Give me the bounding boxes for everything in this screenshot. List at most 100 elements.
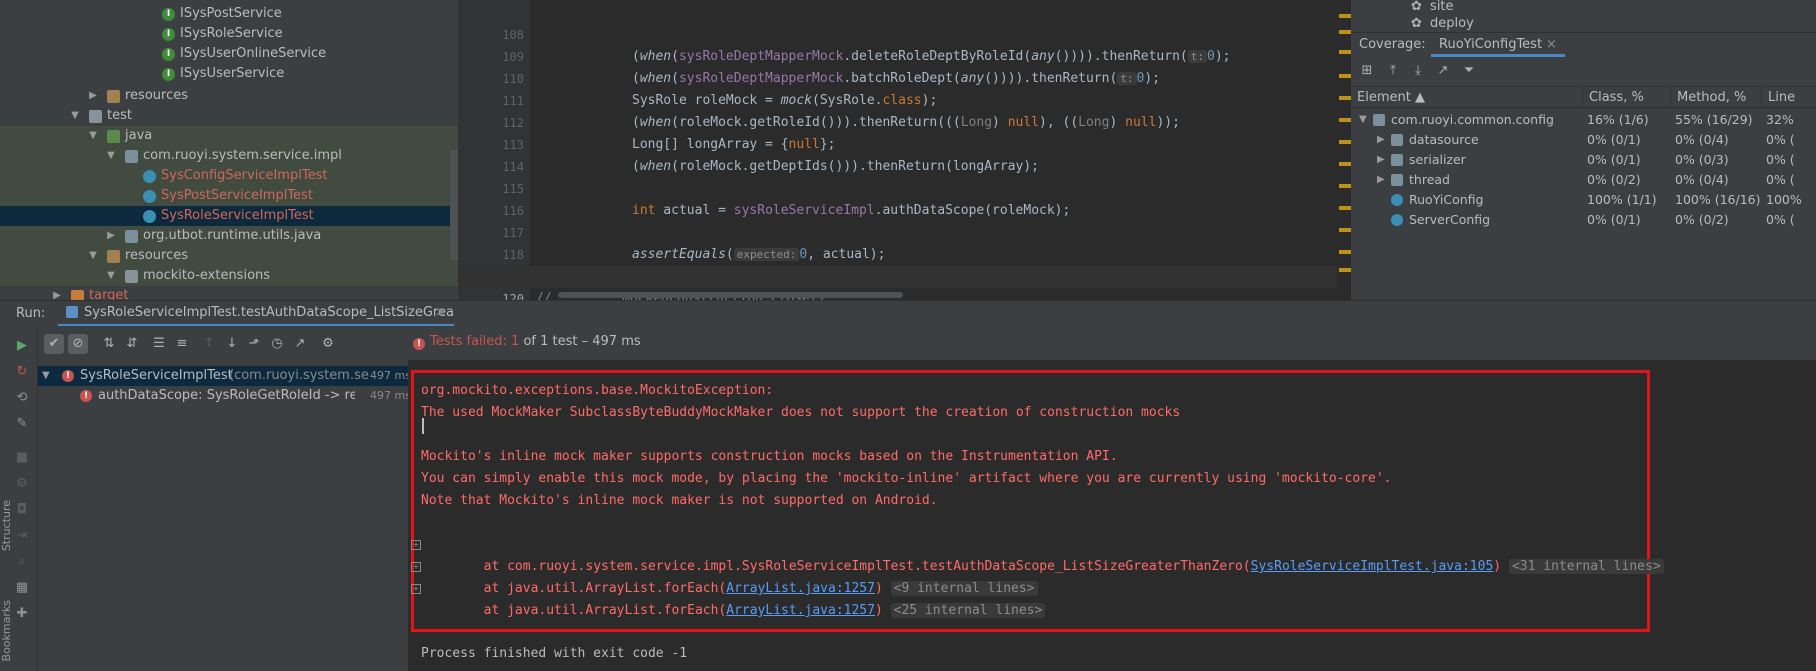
- coverage-row[interactable]: ▶ serializer 0% (0/1) 0% (0/3) 0% (: [1351, 150, 1816, 170]
- tree-item[interactable]: ▼ resources: [0, 246, 458, 266]
- code-line[interactable]: 114: [458, 134, 1351, 174]
- structure-tool-window-button[interactable]: Structure: [0, 500, 14, 551]
- stop-icon[interactable]: ■: [14, 450, 30, 466]
- column-header-element[interactable]: Element ▲: [1351, 87, 1582, 109]
- search-icon[interactable]: ⌕: [14, 554, 30, 570]
- code-line[interactable]: 113 (when(roleMock.getDeptIds())).thenRe…: [458, 112, 1351, 174]
- camera-icon[interactable]: ◘: [14, 502, 30, 518]
- import-tests-icon[interactable]: ⬏: [244, 334, 264, 354]
- warning-mark[interactable]: [1339, 268, 1351, 272]
- tree-item[interactable]: ▼ test: [0, 106, 458, 126]
- code-line[interactable]: 111 (when(roleMock.getRoleId())).thenRet…: [458, 68, 1351, 130]
- tree-item[interactable]: I ISysUserOnlineService: [0, 44, 458, 64]
- code-line[interactable]: 110 SysRole roleMock = mock(SysRole.clas…: [458, 46, 1351, 108]
- show-passed-icon[interactable]: ✔: [44, 334, 64, 354]
- run-tab[interactable]: SysRoleServiceImplTest.testAuthDataScope…: [58, 301, 454, 327]
- warning-mark[interactable]: [1339, 184, 1351, 188]
- expand-all-icon[interactable]: ☰: [149, 334, 169, 354]
- tree-item[interactable]: I ISysRoleService: [0, 24, 458, 44]
- chevron-down-icon[interactable]: ▼: [106, 146, 116, 166]
- warning-mark[interactable]: [1339, 14, 1351, 18]
- fold-expand-icon[interactable]: +: [411, 584, 421, 594]
- code-line-current[interactable]: 120 }: [458, 266, 1351, 300]
- login-icon[interactable]: ⇥: [14, 528, 30, 544]
- tree-scrollbar[interactable]: [450, 150, 458, 260]
- tree-item[interactable]: ✿ deploy: [1411, 16, 1474, 32]
- warning-mark[interactable]: [1339, 206, 1351, 210]
- tree-item[interactable]: ▶ resources: [0, 86, 458, 106]
- fold-expand-icon[interactable]: +: [411, 562, 421, 572]
- coverage-row[interactable]: ▶ datasource 0% (0/1) 0% (0/4) 0% (: [1351, 130, 1816, 150]
- editor-horizontal-scrollbar[interactable]: [558, 292, 903, 298]
- warning-mark[interactable]: [1339, 74, 1351, 78]
- warning-mark[interactable]: [1339, 118, 1351, 122]
- tree-item[interactable]: SysPostServiceImplTest: [0, 186, 458, 206]
- chevron-down-icon[interactable]: ▼: [106, 266, 116, 286]
- tree-item-selected[interactable]: SysRoleServiceImplTest: [0, 206, 458, 226]
- chevron-right-icon[interactable]: ▶: [1377, 130, 1385, 150]
- navigate-down-icon[interactable]: ⤓: [1409, 62, 1427, 80]
- column-header-line[interactable]: Line: [1761, 87, 1816, 109]
- code-editor[interactable]: 108 (when(sysRoleDeptMapperMock.deleteRo…: [458, 0, 1351, 300]
- test-case-row[interactable]: ! authDataScope: SysRoleGetRoleId -> ret…: [38, 386, 408, 406]
- column-header-method[interactable]: Method, %: [1670, 87, 1761, 109]
- code-line[interactable]: 109 (when(sysRoleDeptMapperMock.batchRol…: [458, 24, 1351, 86]
- warning-mark[interactable]: [1339, 162, 1351, 166]
- chevron-down-icon[interactable]: ▼: [88, 246, 98, 266]
- wrench-icon[interactable]: ✎: [14, 416, 30, 432]
- chevron-right-icon[interactable]: ▶: [88, 86, 98, 106]
- close-icon[interactable]: ×: [1546, 37, 1557, 52]
- navigate-up-icon[interactable]: ⤒: [1384, 62, 1402, 80]
- sort-by-duration-icon[interactable]: ⇵: [122, 334, 142, 354]
- sort-alphabetically-icon[interactable]: ⇅: [99, 334, 119, 354]
- warning-mark[interactable]: [1339, 50, 1351, 54]
- collapse-all-icon[interactable]: ≡: [172, 334, 192, 354]
- previous-failed-icon[interactable]: ↑: [199, 334, 219, 354]
- history-icon[interactable]: ◷: [267, 334, 287, 354]
- warning-mark[interactable]: [1339, 228, 1351, 232]
- chevron-down-icon[interactable]: ▼: [70, 106, 80, 126]
- show-ignored-icon[interactable]: ⊘: [68, 334, 88, 354]
- rerun-icon[interactable]: ▶: [14, 338, 30, 354]
- test-suite-row[interactable]: ▼ ! SysRoleServiceImplTest (com.ruoyi.sy…: [38, 366, 408, 386]
- code-line[interactable]: 108 (when(sysRoleDeptMapperMock.deleteRo…: [458, 2, 1351, 64]
- warning-mark[interactable]: [1339, 140, 1351, 144]
- tree-item[interactable]: ▶ target: [0, 286, 458, 300]
- coverage-row[interactable]: RuoYiConfig 100% (1/1) 100% (16/16) 100%: [1351, 190, 1816, 210]
- chevron-down-icon[interactable]: ▼: [1359, 110, 1367, 130]
- tree-item[interactable]: I ISysUserService: [0, 64, 458, 84]
- internal-lines-fold[interactable]: <31 internal lines>: [1508, 559, 1664, 574]
- chevron-right-icon[interactable]: ▶: [106, 226, 116, 246]
- code-line[interactable]: 119 // mockedConstruction.close();: [458, 244, 1351, 300]
- tree-item[interactable]: ▼ mockito-extensions: [0, 266, 458, 286]
- close-icon[interactable]: ×: [435, 301, 446, 324]
- tree-item[interactable]: SysConfigServiceImplTest: [0, 166, 458, 186]
- export-icon[interactable]: ↗: [290, 334, 310, 354]
- next-failed-icon[interactable]: ↓: [222, 334, 242, 354]
- layout-icon[interactable]: ▦: [14, 580, 30, 596]
- code-line[interactable]: 112 Long[] longArray = {null};: [458, 90, 1351, 152]
- chevron-right-icon[interactable]: ▶: [1377, 170, 1385, 190]
- toggle-auto-test-icon[interactable]: ⟲: [14, 390, 30, 406]
- rerun-failed-icon[interactable]: ↻: [14, 364, 30, 380]
- console-output[interactable]: org.mockito.exceptions.base.MockitoExcep…: [408, 360, 1816, 671]
- pin-icon[interactable]: ✚: [14, 606, 30, 622]
- tree-item[interactable]: ▶ org.utbot.runtime.utils.java: [0, 226, 458, 246]
- warning-mark[interactable]: [1339, 250, 1351, 254]
- tree-item[interactable]: ✿ site: [1411, 0, 1454, 15]
- warning-mark[interactable]: [1339, 96, 1351, 100]
- chevron-down-icon[interactable]: ▼: [88, 126, 98, 146]
- coverage-row[interactable]: ▼ com.ruoyi.common.config 16% (1/6) 55% …: [1351, 110, 1816, 130]
- fold-expand-icon[interactable]: +: [411, 540, 421, 550]
- chevron-down-icon[interactable]: ▼: [42, 366, 50, 386]
- column-header-class[interactable]: Class, %: [1582, 87, 1670, 109]
- source-link[interactable]: SysRoleServiceImplTest.java:105: [1251, 559, 1494, 574]
- settings-icon[interactable]: ⚙: [318, 334, 338, 354]
- warning-mark[interactable]: [1339, 30, 1351, 34]
- filter-icon[interactable]: ⏷: [1460, 62, 1478, 80]
- chevron-right-icon[interactable]: ▶: [1377, 150, 1385, 170]
- source-link[interactable]: ArrayList.java:1257: [726, 603, 875, 618]
- tree-item[interactable]: ▼ java: [0, 126, 458, 146]
- flatten-packages-icon[interactable]: ⊞: [1358, 62, 1376, 80]
- bookmarks-tool-window-button[interactable]: Bookmarks: [0, 600, 14, 661]
